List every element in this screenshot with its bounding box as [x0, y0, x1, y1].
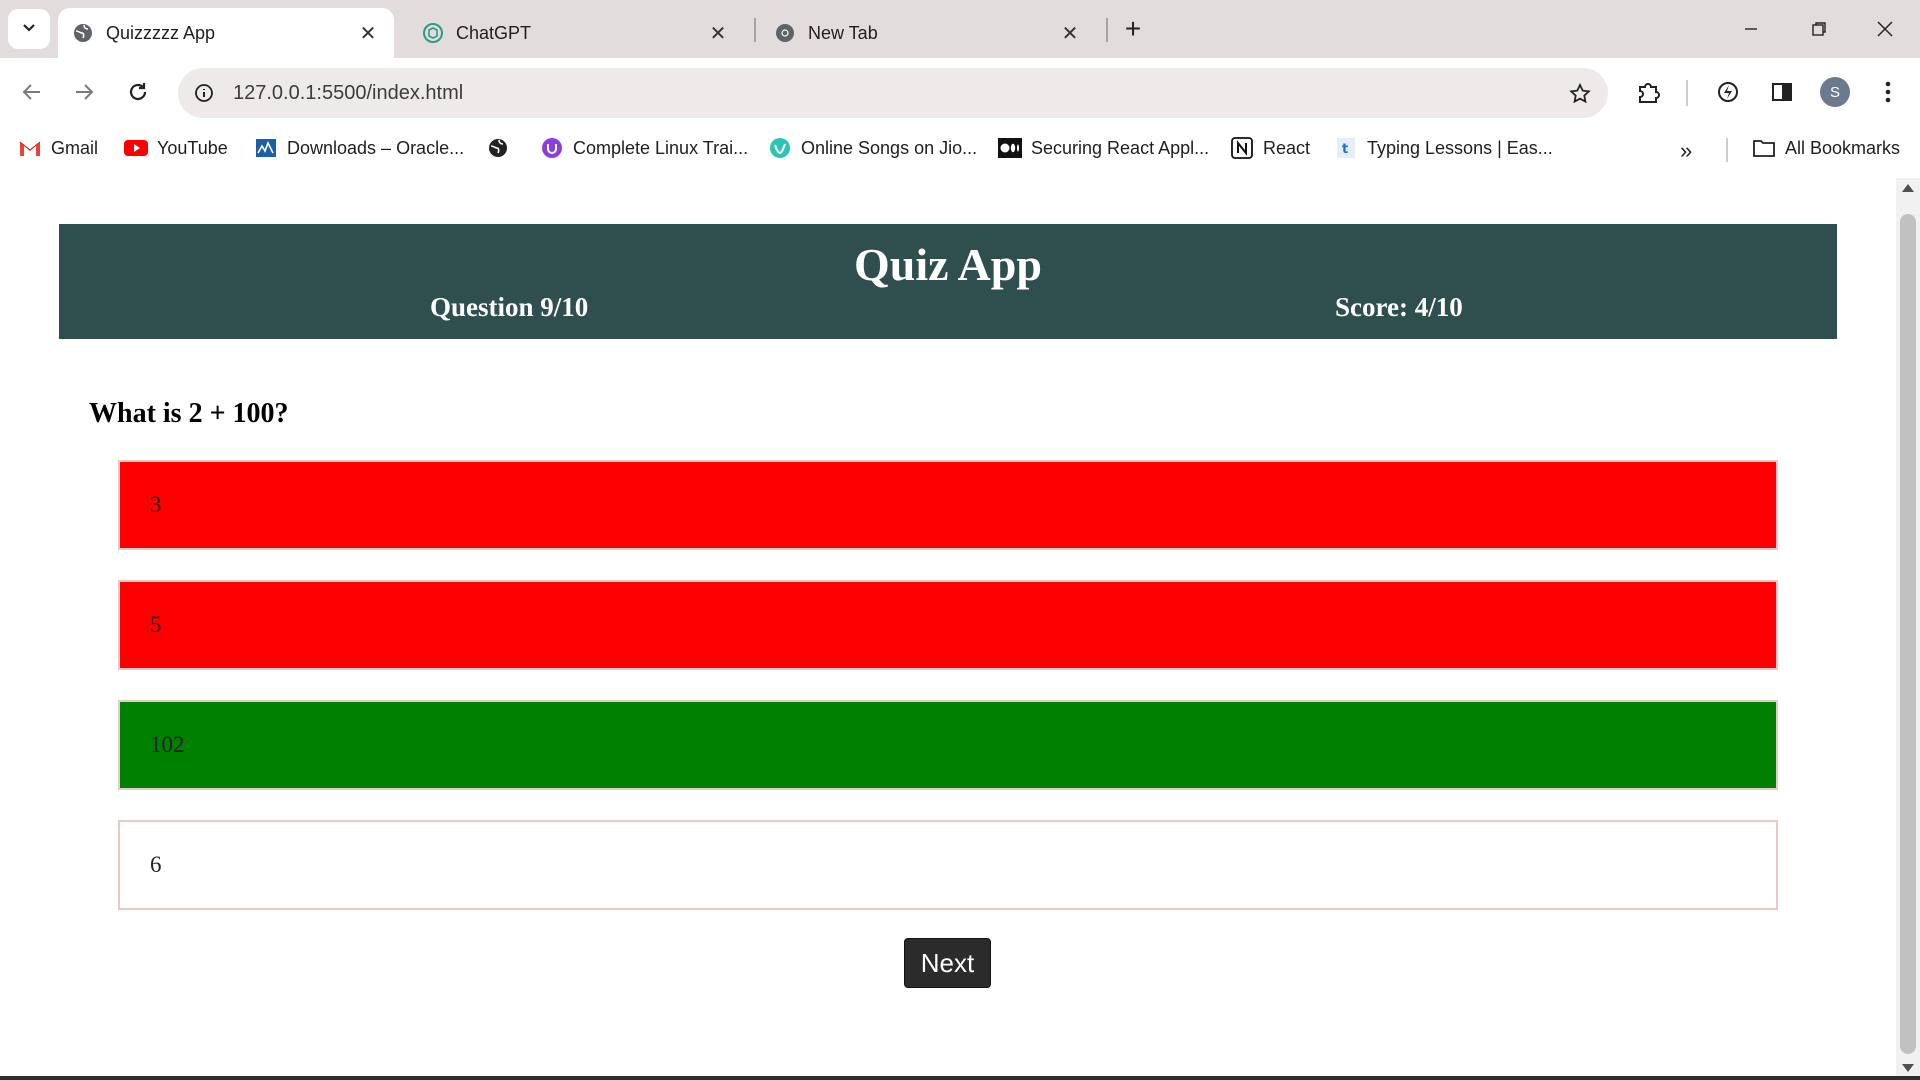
bookmark-securing-react[interactable]: Securing React Appl...: [998, 134, 1209, 162]
side-panel-icon[interactable]: [1764, 74, 1800, 110]
answer-option-wrong[interactable]: 3: [118, 460, 1778, 550]
new-tab-plus-icon[interactable]: +: [1118, 13, 1148, 44]
bookmarks-divider: [1726, 138, 1728, 162]
tab-new-tab[interactable]: New Tab ✕: [760, 8, 1096, 58]
chrome-icon: [774, 22, 796, 44]
bookmark-typing-lessons[interactable]: t Typing Lessons | Eas...: [1334, 134, 1553, 162]
bookmark-label: Typing Lessons | Eas...: [1367, 137, 1553, 158]
tab-chatgpt[interactable]: ChatGPT ✕: [408, 8, 744, 58]
window-bottom-border: [0, 1076, 1920, 1080]
profile-avatar[interactable]: S: [1820, 77, 1850, 107]
bookmark-downloads-oracle[interactable]: Downloads – Oracle...: [254, 134, 464, 162]
tab-divider: [754, 18, 756, 42]
minimize-icon[interactable]: [1728, 10, 1774, 48]
medium-icon: [998, 136, 1022, 160]
bookmarks-bar: Gmail YouTube Downloads – Oracle... Comp…: [0, 126, 1920, 170]
oracle-icon: [254, 136, 278, 160]
extensions-puzzle-icon[interactable]: [1630, 74, 1666, 110]
tab-title: New Tab: [808, 22, 878, 43]
close-tab-icon[interactable]: ✕: [706, 21, 730, 45]
scrollbar-thumb[interactable]: [1900, 214, 1916, 1054]
tab-strip: Quizzzzz App ✕ ChatGPT ✕ New Tab ✕ +: [0, 0, 1920, 58]
jiosaavn-icon: [768, 136, 792, 160]
tab-search-button[interactable]: [8, 9, 50, 49]
globe-icon: [486, 136, 510, 160]
bookmark-label: Downloads – Oracle...: [287, 137, 465, 158]
question-text: What is 2 + 100?: [89, 398, 289, 429]
answer-option-wrong[interactable]: 5: [118, 580, 1778, 670]
globe-icon: [72, 22, 94, 44]
toolbar-divider: [1686, 80, 1688, 106]
youtube-icon: [124, 136, 148, 160]
back-arrow-icon[interactable]: [12, 72, 52, 112]
bookmark-label: React: [1263, 137, 1311, 158]
performance-icon[interactable]: [1710, 74, 1746, 110]
close-window-icon[interactable]: [1862, 10, 1908, 48]
bookmark-label: Online Songs on Jio...: [801, 137, 978, 158]
bookmark-label: Complete Linux Trai...: [573, 137, 749, 158]
bookmark-youtube[interactable]: YouTube: [124, 134, 228, 162]
chatgpt-icon: [422, 22, 444, 44]
address-bar[interactable]: 127.0.0.1:5500/index.html: [178, 68, 1608, 118]
browser-toolbar: 127.0.0.1:5500/index.html S: [0, 58, 1920, 126]
url-text: 127.0.0.1:5500/index.html: [233, 82, 464, 104]
all-bookmarks[interactable]: All Bookmarks: [1752, 134, 1900, 162]
forward-arrow-icon[interactable]: [64, 72, 104, 112]
udemy-icon: [540, 136, 564, 160]
page-viewport: Quiz App Question 9/10 Score: 4/10 What …: [0, 170, 1896, 1078]
bookmark-jiosaavn[interactable]: Online Songs on Jio...: [768, 134, 977, 162]
chevron-down-icon: [21, 19, 37, 40]
scroll-up-arrow-icon[interactable]: [1902, 184, 1914, 192]
tab-divider: [1106, 18, 1108, 42]
answer-option[interactable]: 6: [118, 820, 1778, 910]
close-tab-icon[interactable]: ✕: [1058, 21, 1082, 45]
score-display: Score: 4/10: [1335, 292, 1463, 322]
notion-icon: [1230, 136, 1254, 160]
gmail-icon: [18, 136, 42, 160]
typing-icon: t: [1334, 136, 1358, 160]
bookmark-label: YouTube: [157, 137, 228, 158]
bookmark-react[interactable]: React: [1230, 134, 1310, 162]
quiz-title: Quiz App: [854, 239, 1042, 290]
bookmark-label: Gmail: [51, 137, 99, 158]
answer-option-correct[interactable]: 102: [118, 700, 1778, 790]
vertical-scrollbar[interactable]: [1896, 178, 1920, 1078]
bookmark-gmail[interactable]: Gmail: [18, 134, 98, 162]
reload-icon[interactable]: [118, 72, 158, 112]
quiz-header: Quiz App Question 9/10 Score: 4/10: [59, 224, 1837, 339]
restore-icon[interactable]: [1796, 10, 1842, 48]
svg-text:t: t: [1342, 142, 1348, 157]
tab-title: ChatGPT: [456, 22, 532, 43]
bookmark-star-icon[interactable]: [1566, 80, 1594, 108]
all-bookmarks-label: All Bookmarks: [1785, 137, 1901, 158]
more-vertical-icon[interactable]: [1870, 74, 1906, 110]
tab-quiz-app[interactable]: Quizzzzz App ✕: [58, 8, 394, 58]
question-counter: Question 9/10: [430, 292, 589, 322]
bookmark-label: Securing React Appl...: [1031, 137, 1210, 158]
scroll-down-arrow-icon[interactable]: [1902, 1064, 1914, 1072]
bookmark-complete-linux[interactable]: Complete Linux Trai...: [540, 134, 748, 162]
folder-icon: [1752, 136, 1776, 160]
bookmark-globe[interactable]: [486, 134, 519, 162]
site-info-icon[interactable]: [188, 77, 220, 109]
next-button[interactable]: Next: [904, 938, 991, 988]
answer-options: 3 5 102 6: [118, 460, 1778, 940]
close-tab-icon[interactable]: ✕: [356, 21, 380, 45]
more-bookmarks-chevron-icon[interactable]: »: [1680, 138, 1692, 164]
tab-title: Quizzzzz App: [106, 22, 216, 43]
